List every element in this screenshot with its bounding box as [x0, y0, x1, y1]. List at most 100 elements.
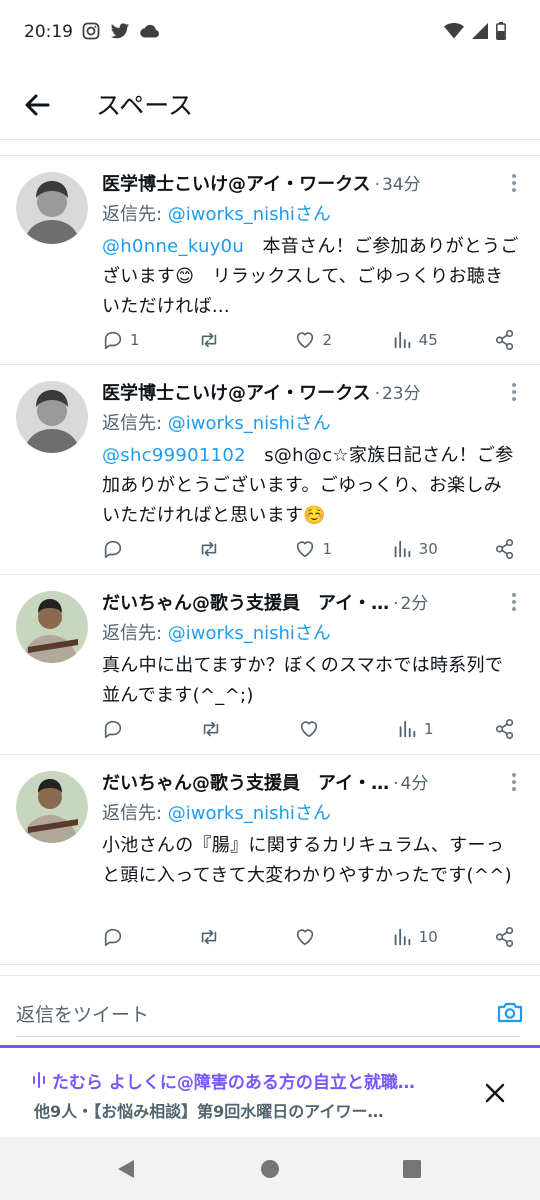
- reply-prefix: 返信先:: [102, 803, 168, 824]
- reply-icon: [104, 720, 122, 739]
- avatar[interactable]: [16, 381, 88, 453]
- tweet-text: 真ん中に出てますか？ぼくのスマホでは時系列で並んでます(^_^;): [102, 651, 520, 711]
- more-vert-icon[interactable]: [504, 381, 524, 403]
- tweet[interactable]: だいちゃん@歌う支援員 アイ・… · 2分 返信先: @iworks_nishi…: [0, 575, 540, 755]
- reply-handle[interactable]: @iworks_nishiさん: [168, 204, 331, 225]
- instagram-icon: [82, 22, 100, 40]
- reply-prefix: 返信先:: [102, 623, 168, 644]
- share-button[interactable]: [494, 718, 516, 740]
- space-subtitle: 他9人・【お悩み相談】第9回水曜日のアイワー…: [34, 1102, 384, 1121]
- more-vert-icon[interactable]: [504, 591, 524, 613]
- share-icon: [495, 330, 514, 350]
- separator-dot: ·: [393, 774, 399, 794]
- share-button[interactable]: [494, 926, 516, 948]
- cloud-icon: [140, 24, 159, 38]
- replying-to: 返信先: @iworks_nishiさん: [102, 619, 520, 645]
- tweet-body: 真ん中に出てますか？ぼくのスマホでは時系列で並んでます(^_^;): [102, 655, 504, 706]
- tweet-time: 34分: [381, 175, 421, 195]
- back-triangle-icon[interactable]: [116, 1159, 136, 1179]
- reply-feed: 医学博士こいけ@アイ・ワークス · 34分 返信先: @iworks_nishi…: [0, 155, 540, 965]
- share-icon: [495, 539, 514, 559]
- retweet-icon: [203, 721, 219, 737]
- like-count: 1: [322, 540, 332, 558]
- reply-input[interactable]: 返信をツイート: [16, 1000, 149, 1027]
- author-name[interactable]: だいちゃん@歌う支援員 アイ・…: [102, 769, 389, 795]
- retweet-button[interactable]: [198, 926, 238, 948]
- like-button[interactable]: [298, 718, 338, 740]
- reply-button[interactable]: [102, 538, 142, 560]
- reply-prefix: 返信先:: [102, 204, 168, 225]
- view-count: 30: [418, 540, 438, 558]
- view-count: 10: [418, 928, 438, 946]
- reply-icon: [104, 331, 122, 350]
- close-icon[interactable]: [484, 1082, 506, 1104]
- retweet-button[interactable]: [200, 718, 240, 740]
- author-name[interactable]: 医学博士こいけ@アイ・ワークス: [102, 379, 371, 405]
- views-button[interactable]: 30: [391, 538, 438, 560]
- retweet-icon: [201, 929, 217, 945]
- views-button[interactable]: 45: [391, 329, 438, 351]
- more-vert-icon[interactable]: [504, 771, 524, 793]
- heart-icon: [300, 721, 318, 738]
- like-button[interactable]: 1: [294, 538, 334, 560]
- like-button[interactable]: [294, 926, 334, 948]
- reply-icon: [104, 928, 122, 947]
- reply-handle[interactable]: @iworks_nishiさん: [168, 623, 331, 644]
- mention-link[interactable]: @shc99901102: [102, 445, 246, 466]
- twitter-icon: [110, 22, 130, 38]
- tweet-actions: 1 2 45: [102, 326, 516, 354]
- views-button[interactable]: 1: [396, 718, 436, 740]
- share-button[interactable]: [494, 329, 516, 351]
- tweet[interactable]: だいちゃん@歌う支援員 アイ・… · 4分 返信先: @iworks_nishi…: [0, 755, 540, 965]
- reply-count: 1: [130, 331, 140, 349]
- view-count: 1: [424, 720, 434, 738]
- arrow-left-icon[interactable]: [20, 88, 54, 122]
- avatar[interactable]: [16, 172, 88, 244]
- replying-to: 返信先: @iworks_nishiさん: [102, 200, 520, 226]
- tweet-time: 4分: [400, 774, 429, 794]
- like-button[interactable]: 2: [294, 329, 334, 351]
- top-app-bar: スペース: [0, 66, 540, 140]
- avatar[interactable]: [16, 771, 88, 843]
- tweet[interactable]: 医学博士こいけ@アイ・ワークス · 34分 返信先: @iworks_nishi…: [0, 155, 540, 365]
- share-icon: [495, 719, 514, 739]
- author-name[interactable]: 医学博士こいけ@アイ・ワークス: [102, 170, 371, 196]
- recents-square-icon[interactable]: [402, 1159, 422, 1179]
- tweet-text: @h0nne_kuy0u 本音さん！ご参加ありがとうございます😊 リラックスして…: [102, 232, 520, 322]
- status-time: 20:19: [24, 22, 73, 42]
- tweet-body: 小池さんの『腸』に関するカリキュラム、すーっと頭に入ってきて大変わかりやすかった…: [102, 835, 512, 886]
- system-nav-bar: [0, 1137, 540, 1200]
- reply-handle[interactable]: @iworks_nishiさん: [168, 803, 331, 824]
- reply-button[interactable]: 1: [102, 329, 142, 351]
- views-button[interactable]: 10: [391, 926, 438, 948]
- reply-button[interactable]: [102, 718, 142, 740]
- view-count: 45: [418, 331, 438, 349]
- tweet-actions: 1: [102, 715, 516, 743]
- home-circle-icon[interactable]: [260, 1159, 280, 1179]
- author-name[interactable]: だいちゃん@歌う支援員 アイ・…: [102, 589, 389, 615]
- tweet[interactable]: 医学博士こいけ@アイ・ワークス · 23分 返信先: @iworks_nishi…: [0, 365, 540, 575]
- share-button[interactable]: [494, 538, 516, 560]
- reply-button[interactable]: [102, 926, 142, 948]
- space-title: たむら よしくに@障害のある方の自立と就職…: [52, 1073, 415, 1093]
- retweet-button[interactable]: [198, 538, 238, 560]
- more-vert-icon[interactable]: [504, 172, 524, 194]
- reply-handle[interactable]: @iworks_nishiさん: [168, 413, 331, 434]
- views-chart-icon: [394, 540, 410, 558]
- tweet-actions: 1 30: [102, 535, 516, 563]
- separator-dot: ·: [393, 594, 399, 614]
- avatar[interactable]: [16, 591, 88, 663]
- mention-link[interactable]: @h0nne_kuy0u: [102, 236, 244, 257]
- reply-composer: 返信をツイート: [0, 975, 540, 1045]
- camera-icon[interactable]: [496, 998, 524, 1026]
- views-chart-icon: [394, 928, 410, 946]
- reply-icon: [104, 540, 122, 559]
- heart-icon: [297, 332, 314, 349]
- space-dock-bar[interactable]: たむら よしくに@障害のある方の自立と就職… 他9人・【お悩み相談】第9回水曜日…: [0, 1045, 540, 1137]
- like-count: 2: [322, 331, 332, 349]
- reply-prefix: 返信先:: [102, 413, 168, 434]
- retweet-button[interactable]: [198, 329, 238, 351]
- tweet-text: 小池さんの『腸』に関するカリキュラム、すーっと頭に入ってきて大変わかりやすかった…: [102, 831, 520, 891]
- tweet-text: @shc99901102 s@h@c☆家族日記さん！ご参加ありがとうございます。…: [102, 441, 520, 531]
- battery-icon: [496, 22, 506, 40]
